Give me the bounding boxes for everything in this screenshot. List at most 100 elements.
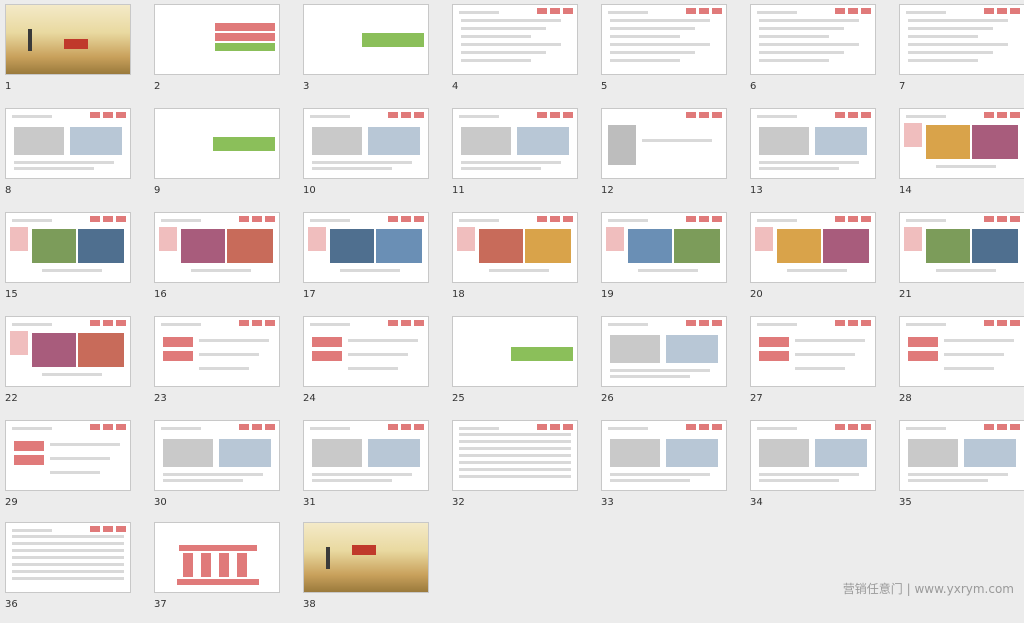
slide-thumbnail-cell[interactable]: 7 — [896, 2, 1024, 105]
slide-thumbnail-cell[interactable]: 34 — [747, 418, 896, 521]
slide-preview[interactable] — [899, 4, 1024, 75]
slide-preview[interactable] — [154, 522, 280, 593]
text-line — [759, 19, 859, 22]
thumbnail-image — [312, 337, 342, 347]
thumbnail-image — [777, 229, 821, 263]
slide-preview[interactable] — [154, 420, 280, 491]
slide-preview[interactable] — [154, 212, 280, 283]
slide-preview[interactable] — [5, 108, 131, 179]
slide-thumbnail-cell[interactable]: 36 — [2, 520, 151, 623]
slide-thumbnail-cell[interactable]: 32 — [449, 418, 598, 521]
slide-preview[interactable] — [5, 522, 131, 593]
slide-preview[interactable] — [303, 316, 429, 387]
slide-preview[interactable] — [601, 108, 727, 179]
slide-thumbnail-cell[interactable]: 9 — [151, 106, 300, 209]
slide-preview[interactable] — [601, 212, 727, 283]
slide-preview[interactable] — [899, 420, 1024, 491]
slide-thumbnail-cell[interactable]: 29 — [2, 418, 151, 521]
slide-preview[interactable] — [750, 212, 876, 283]
slide-preview[interactable] — [750, 108, 876, 179]
slide-thumbnail-cell[interactable]: 22 — [2, 314, 151, 417]
text-line — [795, 353, 855, 356]
slide-preview[interactable] — [154, 4, 280, 75]
slide-preview[interactable] — [601, 316, 727, 387]
slide-thumbnail-cell[interactable]: 27 — [747, 314, 896, 417]
slide-thumbnail-cell[interactable]: 5 — [598, 2, 747, 105]
slide-thumbnail-cell[interactable]: 8 — [2, 106, 151, 209]
slide-preview[interactable] — [154, 316, 280, 387]
text-line — [461, 167, 541, 170]
slide-number: 24 — [303, 393, 316, 404]
thumbnail-image — [312, 351, 342, 361]
slide-thumbnail-cell[interactable]: 37 — [151, 520, 300, 623]
slide-preview[interactable] — [452, 420, 578, 491]
slide-thumbnail-cell[interactable]: 15 — [2, 210, 151, 313]
text-line — [610, 473, 710, 476]
slide-preview[interactable] — [452, 316, 578, 387]
slide-thumbnail-cell[interactable]: 38 — [300, 520, 449, 623]
slide-thumbnail-cell[interactable]: 33 — [598, 418, 747, 521]
slide-preview[interactable] — [601, 4, 727, 75]
slide-thumbnail-cell[interactable]: 28 — [896, 314, 1024, 417]
slide-thumbnail-cell[interactable]: 1 — [2, 2, 151, 105]
slide-thumbnail-cell[interactable]: 3 — [300, 2, 449, 105]
slide-thumbnail-cell[interactable]: 19 — [598, 210, 747, 313]
thumbnail-image — [219, 439, 271, 467]
slide-thumbnail-cell[interactable]: 14 — [896, 106, 1024, 209]
slide-preview[interactable] — [899, 212, 1024, 283]
slide-preview[interactable] — [452, 212, 578, 283]
text-line — [12, 427, 52, 430]
slide-preview[interactable] — [303, 4, 429, 75]
thumbnail-image — [461, 127, 511, 155]
slide-preview[interactable] — [750, 420, 876, 491]
slide-thumbnail-cell[interactable]: 17 — [300, 210, 449, 313]
slide-preview[interactable] — [303, 522, 429, 593]
slide-thumbnail-cell[interactable]: 2 — [151, 2, 300, 105]
slide-preview[interactable] — [5, 4, 131, 75]
tab-marker — [997, 216, 1007, 222]
slide-preview[interactable] — [750, 4, 876, 75]
slide-preview[interactable] — [5, 316, 131, 387]
slide-thumbnail-cell[interactable]: 30 — [151, 418, 300, 521]
text-line — [12, 535, 124, 538]
slide-thumbnail-cell[interactable]: 18 — [449, 210, 598, 313]
slide-thumbnail-cell[interactable]: 13 — [747, 106, 896, 209]
text-line — [757, 115, 797, 118]
slide-preview[interactable] — [303, 212, 429, 283]
slide-preview[interactable] — [601, 420, 727, 491]
text-line — [459, 427, 499, 430]
slide-thumbnail-cell[interactable]: 20 — [747, 210, 896, 313]
slide-number: 3 — [303, 81, 310, 92]
slide-thumbnail-cell[interactable]: 23 — [151, 314, 300, 417]
slide-thumbnail-cell[interactable]: 10 — [300, 106, 449, 209]
slide-preview[interactable] — [899, 108, 1024, 179]
slide-preview[interactable] — [303, 420, 429, 491]
slide-preview[interactable] — [899, 316, 1024, 387]
thumbnail-image — [815, 127, 867, 155]
slide-number: 27 — [750, 393, 763, 404]
slide-preview[interactable] — [303, 108, 429, 179]
slide-thumbnail-cell[interactable]: 4 — [449, 2, 598, 105]
slide-preview[interactable] — [5, 420, 131, 491]
slide-thumbnail-cell[interactable]: 21 — [896, 210, 1024, 313]
slide-preview[interactable] — [750, 316, 876, 387]
slide-number: 26 — [601, 393, 614, 404]
slide-thumbnail-cell[interactable]: 12 — [598, 106, 747, 209]
text-line — [459, 461, 571, 464]
slide-thumbnail-cell[interactable]: 25 — [449, 314, 598, 417]
slide-preview[interactable] — [154, 108, 280, 179]
slide-thumbnail-cell[interactable]: 16 — [151, 210, 300, 313]
slide-thumbnail-cell[interactable]: 6 — [747, 2, 896, 105]
slide-thumbnail-cell[interactable]: 26 — [598, 314, 747, 417]
slide-thumbnail-cell[interactable]: 31 — [300, 418, 449, 521]
slide-thumbnail-cell[interactable]: 24 — [300, 314, 449, 417]
slide-thumbnail-cell[interactable]: 35 — [896, 418, 1024, 521]
tab-marker — [116, 424, 126, 430]
slide-preview[interactable] — [5, 212, 131, 283]
slide-preview[interactable] — [452, 4, 578, 75]
slide-preview[interactable] — [452, 108, 578, 179]
slide-thumbnail-cell[interactable]: 11 — [449, 106, 598, 209]
decorative-character — [606, 227, 624, 251]
slide-number: 9 — [154, 185, 161, 196]
thumbnail-image — [78, 333, 124, 367]
